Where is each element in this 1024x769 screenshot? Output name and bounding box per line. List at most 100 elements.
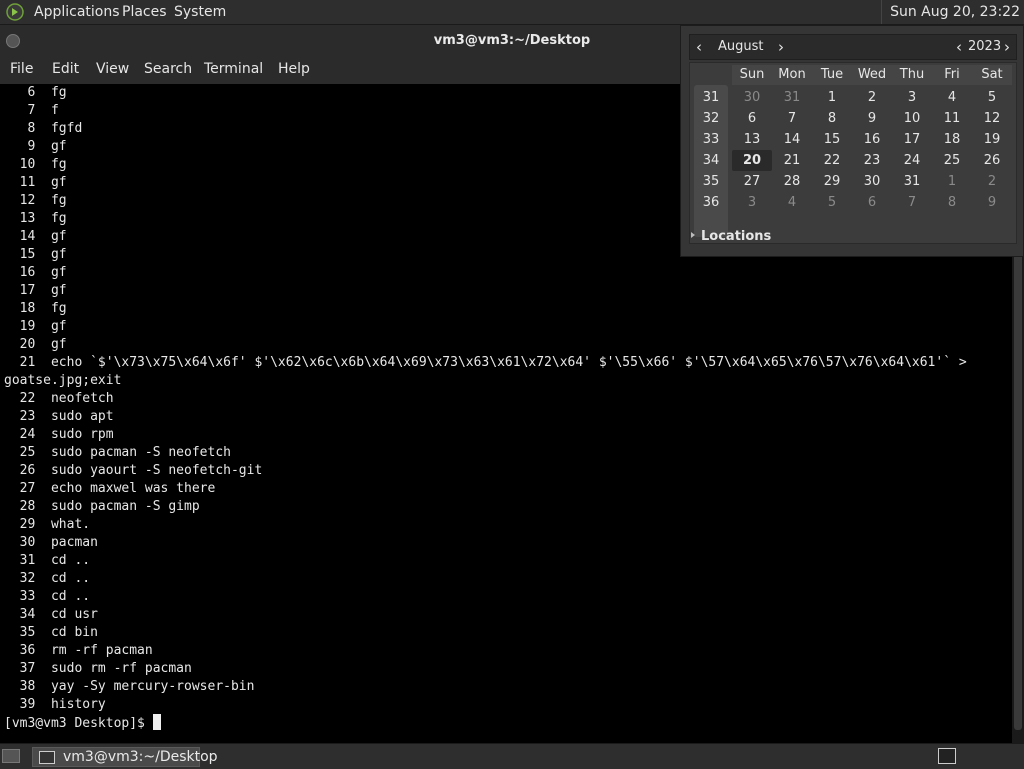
calendar-day[interactable]: 23 [852, 150, 892, 171]
calendar-day[interactable]: 31 [892, 171, 932, 192]
terminal-line: 14 gf [4, 229, 67, 244]
calendar-day[interactable]: 6 [852, 192, 892, 213]
terminal-line: 15 gf [4, 247, 67, 262]
week-number: 32 [702, 111, 720, 126]
shell-prompt: [vm3@vm3 Desktop]$ [4, 716, 153, 731]
calendar-day[interactable]: 1 [812, 87, 852, 108]
calendar-day[interactable]: 14 [772, 129, 812, 150]
terminal-line: 27 echo maxwel was there [4, 481, 216, 496]
calendar-popup: ‹ August › ‹ 2023 › Sun Mon Tue Wed Thu Fri Sa… [680, 25, 1024, 257]
calendar-day[interactable]: 17 [892, 129, 932, 150]
calendar-day[interactable]: 6 [732, 108, 772, 129]
calendar-day[interactable]: 21 [772, 150, 812, 171]
calendar-day[interactable]: 19 [972, 129, 1012, 150]
calendar-day[interactable]: 24 [892, 150, 932, 171]
calendar-day[interactable]: 2 [852, 87, 892, 108]
top-panel: Applications Places System Sun Aug 20, 2… [0, 0, 1024, 25]
calendar-day[interactable]: 31 [772, 87, 812, 108]
prev-year-button[interactable]: ‹ [956, 35, 962, 59]
terminal-line: 38 yay -Sy mercury-rowser-bin [4, 679, 255, 694]
terminal-line: goatse.jpg;exit [4, 373, 122, 388]
prev-month-button[interactable]: ‹ [696, 35, 702, 59]
next-month-button[interactable]: › [778, 35, 784, 59]
locations-expander[interactable]: Locations [691, 229, 771, 244]
calendar-day[interactable]: 3 [732, 192, 772, 213]
calendar-day[interactable]: 16 [852, 129, 892, 150]
menu-edit[interactable]: Edit [52, 57, 79, 81]
menu-view[interactable]: View [96, 57, 129, 81]
terminal-line: 7 f [4, 103, 59, 118]
week-number: 33 [702, 132, 720, 147]
terminal-line: 16 gf [4, 265, 67, 280]
calendar-day[interactable]: 2 [972, 171, 1012, 192]
terminal-line: 34 cd usr [4, 607, 98, 622]
menu-terminal[interactable]: Terminal [204, 57, 263, 81]
week-number: 34 [702, 153, 720, 168]
taskbar-item-label: vm3@vm3:~/Desktop [63, 749, 218, 765]
workspace-switcher-icon[interactable] [938, 748, 956, 764]
clock[interactable]: Sun Aug 20, 23:22 [881, 0, 1020, 24]
terminal-line: 35 cd bin [4, 625, 98, 640]
calendar-day[interactable]: 13 [732, 129, 772, 150]
calendar-day[interactable]: 7 [892, 192, 932, 213]
terminal-line: 26 sudo yaourt -S neofetch-git [4, 463, 263, 478]
applications-menu[interactable]: Applications [30, 0, 124, 24]
day-name-header: Fri [932, 65, 972, 85]
calendar-day[interactable]: 8 [932, 192, 972, 213]
taskbar-item-terminal[interactable]: vm3@vm3:~/Desktop [32, 747, 218, 767]
mate-logo-icon[interactable] [6, 3, 24, 21]
calendar-day[interactable]: 26 [972, 150, 1012, 171]
calendar-grid: Sun Mon Tue Wed Thu Fri Sat 31 30 31 1 2 3 4 5 32 6 7 8 9 10… [689, 62, 1017, 244]
calendar-day[interactable]: 28 [772, 171, 812, 192]
terminal-line: 37 sudo rm -rf pacman [4, 661, 192, 676]
window-menu-icon[interactable] [6, 34, 20, 48]
week-number: 35 [702, 174, 720, 189]
text-cursor [152, 714, 161, 730]
terminal-line: 11 gf [4, 175, 67, 190]
calendar-day[interactable]: 11 [932, 108, 972, 129]
next-year-button[interactable]: › [1004, 35, 1010, 59]
calendar-day[interactable]: 7 [772, 108, 812, 129]
bottom-panel: vm3@vm3:~/Desktop [0, 743, 1024, 769]
calendar-day[interactable]: 29 [812, 171, 852, 192]
calendar-day[interactable]: 15 [812, 129, 852, 150]
terminal-line: 6 fg [4, 85, 67, 100]
calendar-day[interactable]: 4 [772, 192, 812, 213]
locations-label: Locations [701, 229, 772, 244]
system-menu[interactable]: System [170, 0, 230, 24]
menu-file[interactable]: File [10, 57, 33, 81]
calendar-day[interactable]: 3 [892, 87, 932, 108]
calendar-day[interactable]: 5 [972, 87, 1012, 108]
terminal-line: 19 gf [4, 319, 67, 334]
calendar-header: ‹ August › ‹ 2023 › [689, 34, 1017, 60]
calendar-year: 2023 [968, 39, 1002, 54]
places-menu[interactable]: Places [118, 0, 171, 24]
day-name-header: Sat [972, 65, 1012, 85]
terminal-line: 23 sudo apt [4, 409, 114, 424]
day-name-header: Mon [772, 65, 812, 85]
menu-search[interactable]: Search [144, 57, 192, 81]
terminal-line: 17 gf [4, 283, 67, 298]
calendar-day-today[interactable]: 20 [732, 150, 772, 171]
calendar-day[interactable]: 18 [932, 129, 972, 150]
calendar-day[interactable]: 22 [812, 150, 852, 171]
calendar-day[interactable]: 9 [972, 192, 1012, 213]
calendar-day[interactable]: 1 [932, 171, 972, 192]
show-desktop-icon[interactable] [2, 749, 20, 763]
calendar-day[interactable]: 8 [812, 108, 852, 129]
calendar-day[interactable]: 5 [812, 192, 852, 213]
calendar-day[interactable]: 4 [932, 87, 972, 108]
calendar-day[interactable]: 12 [972, 108, 1012, 129]
calendar-day[interactable]: 25 [932, 150, 972, 171]
terminal-line: 12 fg [4, 193, 67, 208]
calendar-day[interactable]: 10 [892, 108, 932, 129]
calendar-day[interactable]: 30 [852, 171, 892, 192]
terminal-line: 13 fg [4, 211, 67, 226]
calendar-day[interactable]: 30 [732, 87, 772, 108]
week-number: 31 [702, 90, 720, 105]
calendar-day[interactable]: 9 [852, 108, 892, 129]
terminal-line: 31 cd .. [4, 553, 91, 568]
menu-help[interactable]: Help [278, 57, 310, 81]
week-number: 36 [702, 195, 720, 210]
calendar-day[interactable]: 27 [732, 171, 772, 192]
